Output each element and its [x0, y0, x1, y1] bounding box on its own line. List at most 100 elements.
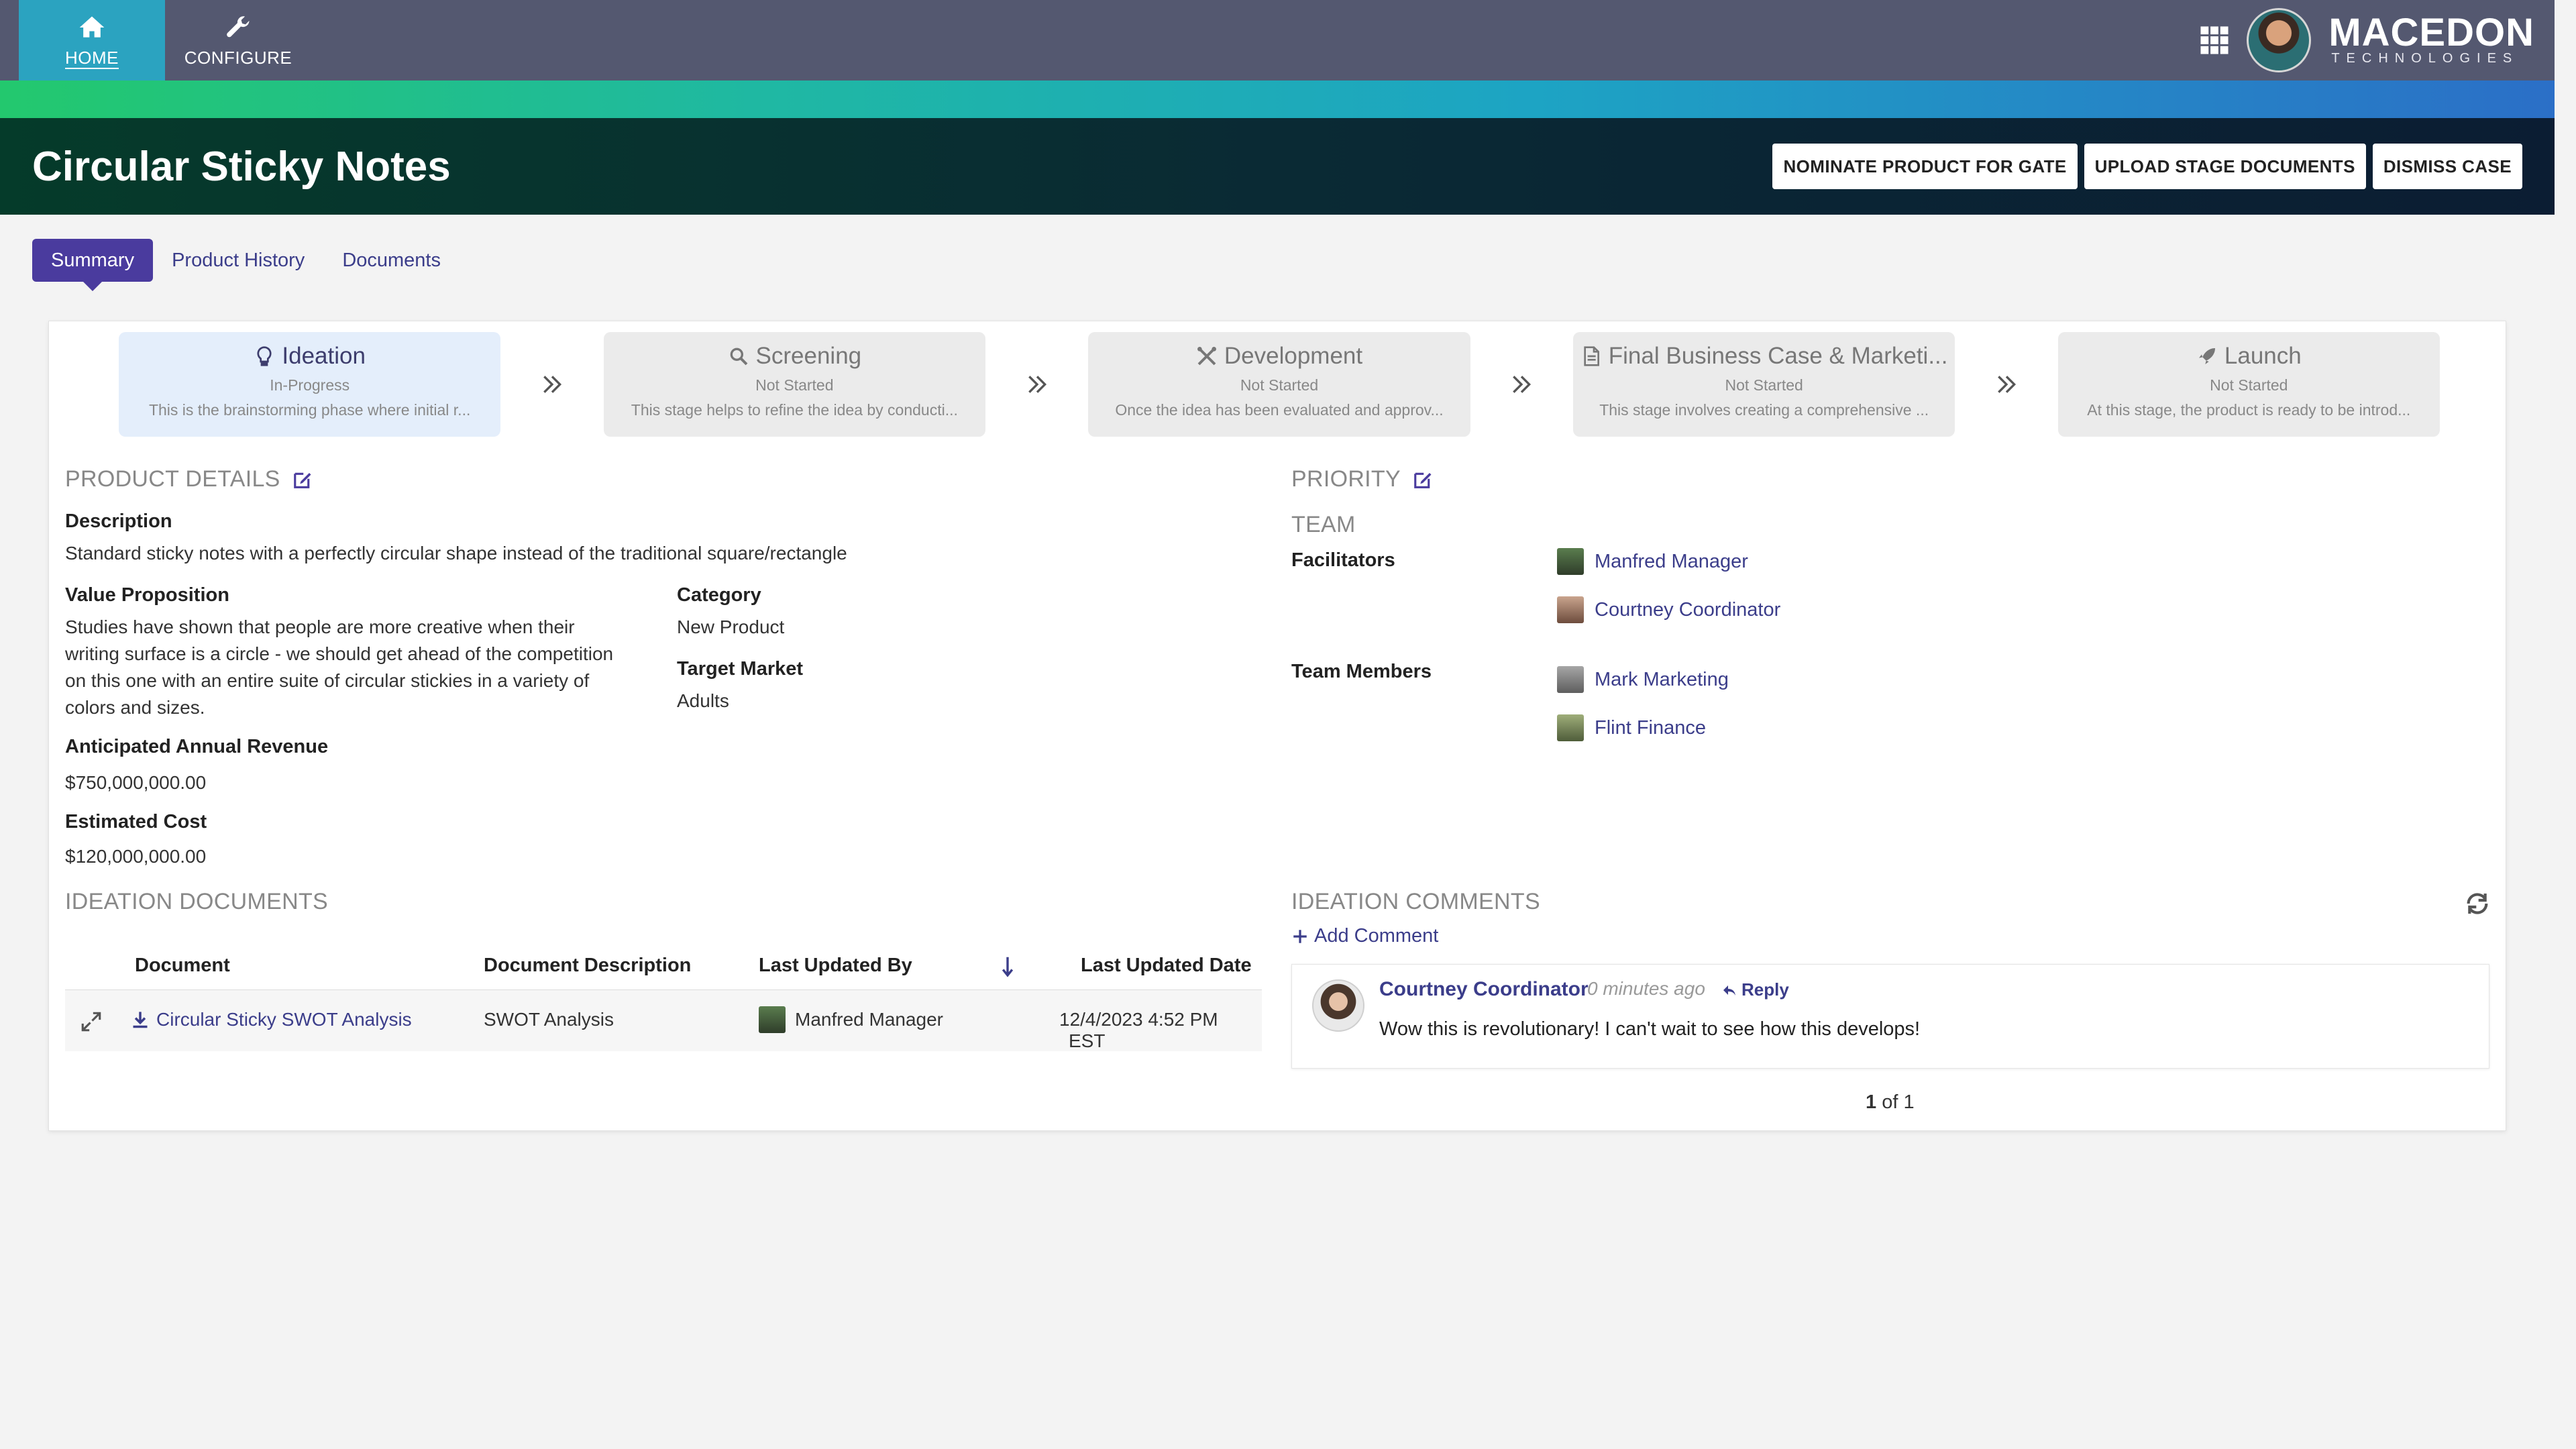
category-value: New Product [677, 616, 785, 637]
stage-status: Not Started [755, 376, 834, 394]
stage-description: Once the idea has been evaluated and app… [1115, 401, 1444, 419]
stage-status: In-Progress [270, 376, 350, 394]
upload-stage-documents-button[interactable]: UPLOAD STAGE DOCUMENTS [2084, 144, 2366, 189]
revenue-value: $750,000,000.00 [65, 772, 207, 793]
stage-description: This stage involves creating a comprehen… [1599, 401, 1929, 419]
page-header: Circular Sticky Notes NOMINATE PRODUCT F… [0, 118, 2555, 215]
product-details-title: PRODUCT DETAILS [65, 466, 280, 492]
value-proposition-label: Value Proposition [65, 584, 229, 606]
ideation-documents-heading: IDEATION DOCUMENTS [65, 889, 329, 914]
avatar [759, 1006, 786, 1033]
ideation-comments-heading: IDEATION COMMENTS [1291, 889, 1540, 914]
document-link[interactable]: Circular Sticky SWOT Analysis [131, 1009, 412, 1030]
stage-description: This stage helps to refine the idea by c… [631, 401, 958, 419]
user-avatar[interactable] [2247, 8, 2312, 72]
current-page: 1 [1866, 1091, 1877, 1113]
edit-icon[interactable] [1413, 470, 1433, 490]
comment-author[interactable]: Courtney Coordinator [1379, 978, 1589, 1001]
tab-product-history[interactable]: Product History [172, 250, 305, 272]
facilitator-manfred[interactable]: Manfred Manager [1557, 548, 1748, 575]
timezone: EST [1069, 1030, 1106, 1051]
estimated-cost-label: Estimated Cost [65, 811, 207, 833]
comment-time: 0 minutes ago [1587, 978, 1705, 999]
member-flint[interactable]: Flint Finance [1557, 714, 1706, 741]
nav-home[interactable]: HOME [19, 0, 165, 80]
stage-status: Not Started [2210, 376, 2288, 394]
facilitator-courtney[interactable]: Courtney Coordinator [1557, 596, 1780, 623]
scrollbar-track [2555, 0, 2576, 1449]
tab-summary[interactable]: Summary [32, 239, 154, 291]
stage-ideation[interactable]: Ideation In-Progress This is the brainst… [119, 332, 501, 437]
stage-name: Launch [2224, 343, 2302, 369]
stage-status: Not Started [1240, 376, 1319, 394]
column-document-description[interactable]: Document Description [484, 955, 691, 977]
rocket-icon [2198, 348, 2215, 364]
sort-down-icon[interactable] [1000, 956, 1015, 979]
nav-home-label: HOME [65, 47, 119, 68]
updated-by: Manfred Manager [759, 1006, 943, 1033]
description-label: Description [65, 511, 172, 532]
description-value: Standard sticky notes with a perfectly c… [65, 543, 847, 564]
stage-name: Screening [755, 343, 862, 369]
column-last-updated-date[interactable]: Last Updated Date [1081, 955, 1252, 977]
team-members-label: Team Members [1291, 661, 1432, 682]
avatar [1312, 979, 1364, 1032]
updated-date: 12/4/2023 4:52 PM EST [1059, 1009, 1218, 1051]
member-mark[interactable]: Mark Marketing [1557, 666, 1729, 693]
expand-icon[interactable] [80, 1010, 103, 1033]
target-market-label: Target Market [677, 658, 804, 680]
avatar [1557, 548, 1584, 575]
document-icon [1584, 346, 1599, 366]
plus-icon [1293, 929, 1307, 943]
download-icon [133, 1012, 148, 1028]
stage-final-business-case[interactable]: Final Business Case & Marketi... Not Sta… [1572, 332, 1955, 437]
column-document[interactable]: Document [135, 955, 230, 977]
stage-launch[interactable]: Launch Not Started At this stage, the pr… [2057, 332, 2440, 437]
stage-development[interactable]: Development Not Started Once the idea ha… [1088, 332, 1470, 437]
grid-icon [2200, 26, 2229, 54]
dismiss-case-button[interactable]: DISMISS CASE [2372, 144, 2522, 189]
target-market-value: Adults [677, 690, 729, 711]
page-total: of 1 [1882, 1091, 1915, 1113]
table-row: Circular Sticky SWOT Analysis SWOT Analy… [65, 989, 1262, 1051]
reply-button[interactable]: Reply [1721, 979, 1789, 1000]
avatar [1557, 666, 1584, 693]
stage-name: Ideation [282, 343, 366, 369]
apps-grid-button[interactable] [2193, 0, 2236, 80]
header-gradient-band [0, 80, 2555, 118]
nominate-product-button[interactable]: NOMINATE PRODUCT FOR GATE [1772, 144, 2078, 189]
add-comment-button[interactable]: Add Comment [1291, 925, 1438, 947]
comment-pagination: 1 of 1 [1866, 1091, 1915, 1114]
category-label: Category [677, 584, 761, 606]
stage-description: This is the brainstorming phase where in… [148, 401, 471, 419]
reply-icon [1723, 985, 1735, 996]
tab-documents[interactable]: Documents [342, 250, 441, 272]
brand-subtitle: TECHNOLOGIES [2331, 51, 2519, 66]
estimated-cost-value: $120,000,000.00 [65, 846, 207, 867]
page-title: Circular Sticky Notes [32, 143, 451, 190]
revenue-label: Anticipated Annual Revenue [65, 736, 329, 757]
summary-card: Ideation In-Progress This is the brainst… [48, 321, 2506, 1131]
magnifier-icon [730, 347, 747, 366]
stage-screening[interactable]: Screening Not Started This stage helps t… [603, 332, 986, 437]
priority-heading: PRIORITY [1291, 466, 1433, 492]
team-heading: TEAM [1291, 512, 1356, 537]
home-icon [79, 16, 105, 38]
brand-logo: MACEDON TECHNOLOGIES [2328, 11, 2534, 66]
refresh-icon[interactable] [2464, 890, 2491, 917]
nav-configure[interactable]: CONFIGURE [165, 0, 311, 80]
chevron-double-right-icon [1470, 371, 1573, 398]
stage-name: Development [1224, 343, 1363, 369]
chevron-double-right-icon [985, 371, 1088, 398]
avatar [1557, 596, 1584, 623]
brand-name: MACEDON [2328, 11, 2534, 54]
chevron-double-right-icon [1955, 371, 2057, 398]
edit-icon[interactable] [292, 470, 313, 490]
column-last-updated-by[interactable]: Last Updated By [759, 955, 912, 977]
value-proposition-value: Studies have shown that people are more … [65, 616, 614, 718]
comment-item: Courtney Coordinator 0 minutes ago Reply… [1291, 964, 2489, 1069]
stage-name: Final Business Case & Marketi... [1608, 343, 1948, 369]
tab-bar: Summary Product History Documents [32, 239, 478, 291]
document-description: SWOT Analysis [484, 1009, 614, 1030]
stage-description: At this stage, the product is ready to b… [2087, 401, 2411, 419]
